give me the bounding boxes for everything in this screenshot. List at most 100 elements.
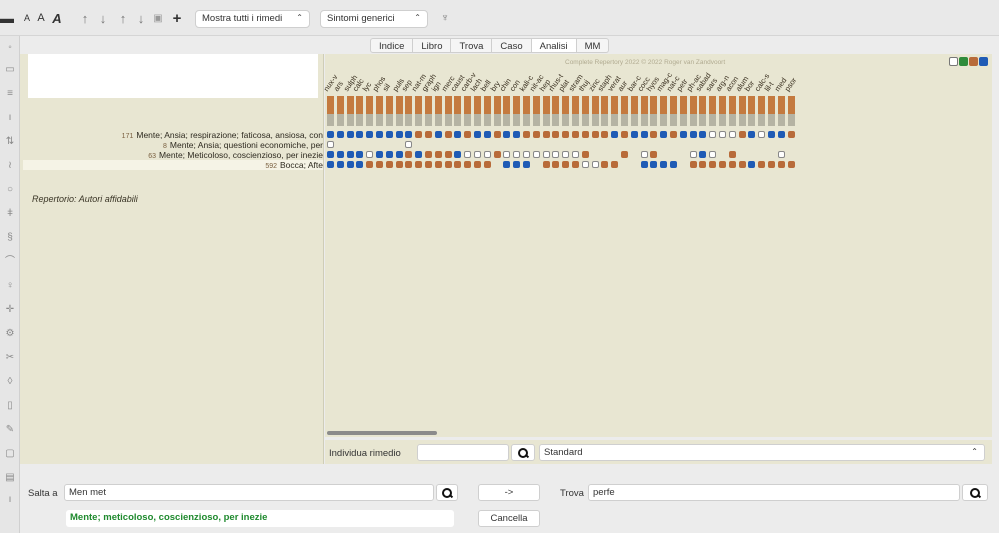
match-mode-select[interactable]: Standard ⌃ — [539, 444, 985, 461]
pointer-icon[interactable]: ✛ — [4, 304, 16, 316]
grade-cell[interactable] — [758, 131, 766, 138]
grade-cell[interactable] — [474, 151, 481, 158]
export-icon[interactable]: ı — [4, 494, 16, 506]
color-filter-squares[interactable] — [949, 57, 988, 66]
grade-cell[interactable] — [689, 131, 697, 138]
grade-cell[interactable] — [640, 151, 648, 158]
orange-square-icon[interactable] — [969, 57, 978, 66]
minus-icon[interactable]: ▬ — [0, 9, 14, 27]
grade-cell[interactable] — [738, 161, 746, 168]
grade-cell[interactable] — [679, 131, 687, 138]
show-remedies-select[interactable]: Mostra tutti i rimedi ⌃ — [195, 10, 310, 28]
grade-cell[interactable] — [356, 151, 364, 158]
grade-cell[interactable] — [523, 131, 530, 138]
grade-cell[interactable] — [483, 161, 491, 168]
grade-cell[interactable] — [425, 151, 432, 158]
bookmark-icon[interactable]: ▯ — [4, 400, 16, 412]
grade-cell[interactable] — [376, 161, 383, 168]
grade-cell[interactable] — [532, 131, 540, 138]
blue-square-icon[interactable] — [979, 57, 988, 66]
grade-cell[interactable] — [552, 131, 560, 138]
tag-icon[interactable]: ◊ — [4, 376, 16, 388]
refresh-icon[interactable]: ⌒ — [4, 256, 16, 268]
grade-cell[interactable] — [366, 161, 374, 168]
grade-cell[interactable] — [336, 151, 344, 158]
grade-cell[interactable] — [405, 151, 413, 158]
grade-cell[interactable] — [513, 131, 521, 138]
list-icon[interactable]: ≡ — [4, 88, 16, 100]
grade-cell[interactable] — [483, 151, 491, 158]
green-square-icon[interactable] — [959, 57, 968, 66]
tab-trova[interactable]: Trova — [451, 38, 493, 53]
sort-down-icon[interactable]: ↓ — [96, 9, 110, 27]
filter-icon[interactable]: ≀ — [4, 160, 16, 172]
clipboard-icon[interactable]: ▣ — [150, 9, 166, 27]
grade-cell[interactable] — [601, 161, 609, 168]
grade-cell[interactable] — [434, 151, 442, 158]
grade-cell[interactable] — [591, 161, 599, 168]
grade-cell[interactable] — [444, 131, 452, 138]
grade-cell[interactable] — [611, 131, 619, 138]
grade-cell[interactable] — [562, 131, 570, 138]
grade-cell[interactable] — [777, 151, 785, 158]
grade-cell[interactable] — [513, 151, 521, 158]
grade-cell[interactable] — [748, 131, 756, 138]
scissors-icon[interactable]: ✂ — [4, 352, 16, 364]
grade-cell[interactable] — [562, 151, 570, 158]
grade-cell[interactable] — [405, 161, 413, 168]
grade-cell[interactable] — [621, 151, 628, 158]
tab-indice[interactable]: Indice — [370, 38, 414, 53]
grade-cell[interactable] — [787, 161, 795, 168]
grade-cell[interactable] — [415, 161, 423, 168]
find-remedy-search-button[interactable] — [511, 444, 535, 461]
grade-cell[interactable] — [572, 161, 579, 168]
trophy-icon[interactable]: ♆ — [438, 9, 452, 27]
grade-cell[interactable] — [523, 151, 530, 158]
cancel-button[interactable]: Cancella — [478, 510, 540, 527]
grade-cell[interactable] — [670, 161, 677, 168]
grade-cell[interactable] — [670, 131, 677, 138]
grade-cell[interactable] — [327, 161, 334, 168]
grade-cell[interactable] — [474, 161, 481, 168]
grade-cell[interactable] — [699, 151, 707, 158]
grade-cell[interactable] — [356, 131, 364, 138]
white-square-icon[interactable] — [949, 57, 958, 66]
jump-result[interactable]: Mente; meticoloso, coscienzioso, per ine… — [66, 510, 454, 527]
grade-cell[interactable] — [366, 131, 374, 138]
grade-cell[interactable] — [346, 161, 354, 168]
grade-cell[interactable] — [366, 151, 374, 158]
grade-cell[interactable] — [385, 161, 393, 168]
jump-input[interactable]: Men met — [64, 484, 434, 501]
grade-cell[interactable] — [542, 151, 550, 158]
grade-cell[interactable] — [738, 131, 746, 138]
grade-cell[interactable] — [425, 131, 432, 138]
grade-cell[interactable] — [777, 161, 785, 168]
grade-cell[interactable] — [395, 151, 403, 158]
grade-cell[interactable] — [523, 161, 530, 168]
grade-cell[interactable] — [385, 131, 393, 138]
grade-cell[interactable] — [768, 161, 775, 168]
tab-caso[interactable]: Caso — [492, 38, 532, 53]
grade-cell[interactable] — [709, 131, 717, 138]
grade-cell[interactable] — [728, 161, 736, 168]
sort-icon[interactable]: ⇅ — [4, 136, 16, 148]
grade-cell[interactable] — [327, 151, 334, 158]
link-icon[interactable]: § — [4, 232, 16, 244]
note-icon[interactable]: ✎ — [4, 424, 16, 436]
grade-cell[interactable] — [434, 131, 442, 138]
grade-cell[interactable] — [464, 131, 472, 138]
font-medium-button[interactable]: A — [34, 9, 48, 27]
grade-cell[interactable] — [327, 141, 334, 148]
grade-cell[interactable] — [493, 131, 501, 138]
find-remedy-input[interactable] — [417, 444, 509, 461]
grade-cell[interactable] — [709, 151, 717, 158]
grade-cell[interactable] — [699, 161, 707, 168]
grade-cell[interactable] — [336, 131, 344, 138]
grade-cell[interactable] — [719, 161, 726, 168]
find-search-button[interactable] — [962, 484, 988, 501]
grade-cell[interactable] — [434, 161, 442, 168]
rubric-row-selected[interactable]: 592 Bocca; Afte — [23, 160, 323, 170]
grade-cell[interactable] — [581, 161, 589, 168]
grade-cell[interactable] — [787, 131, 795, 138]
grade-cell[interactable] — [503, 151, 511, 158]
